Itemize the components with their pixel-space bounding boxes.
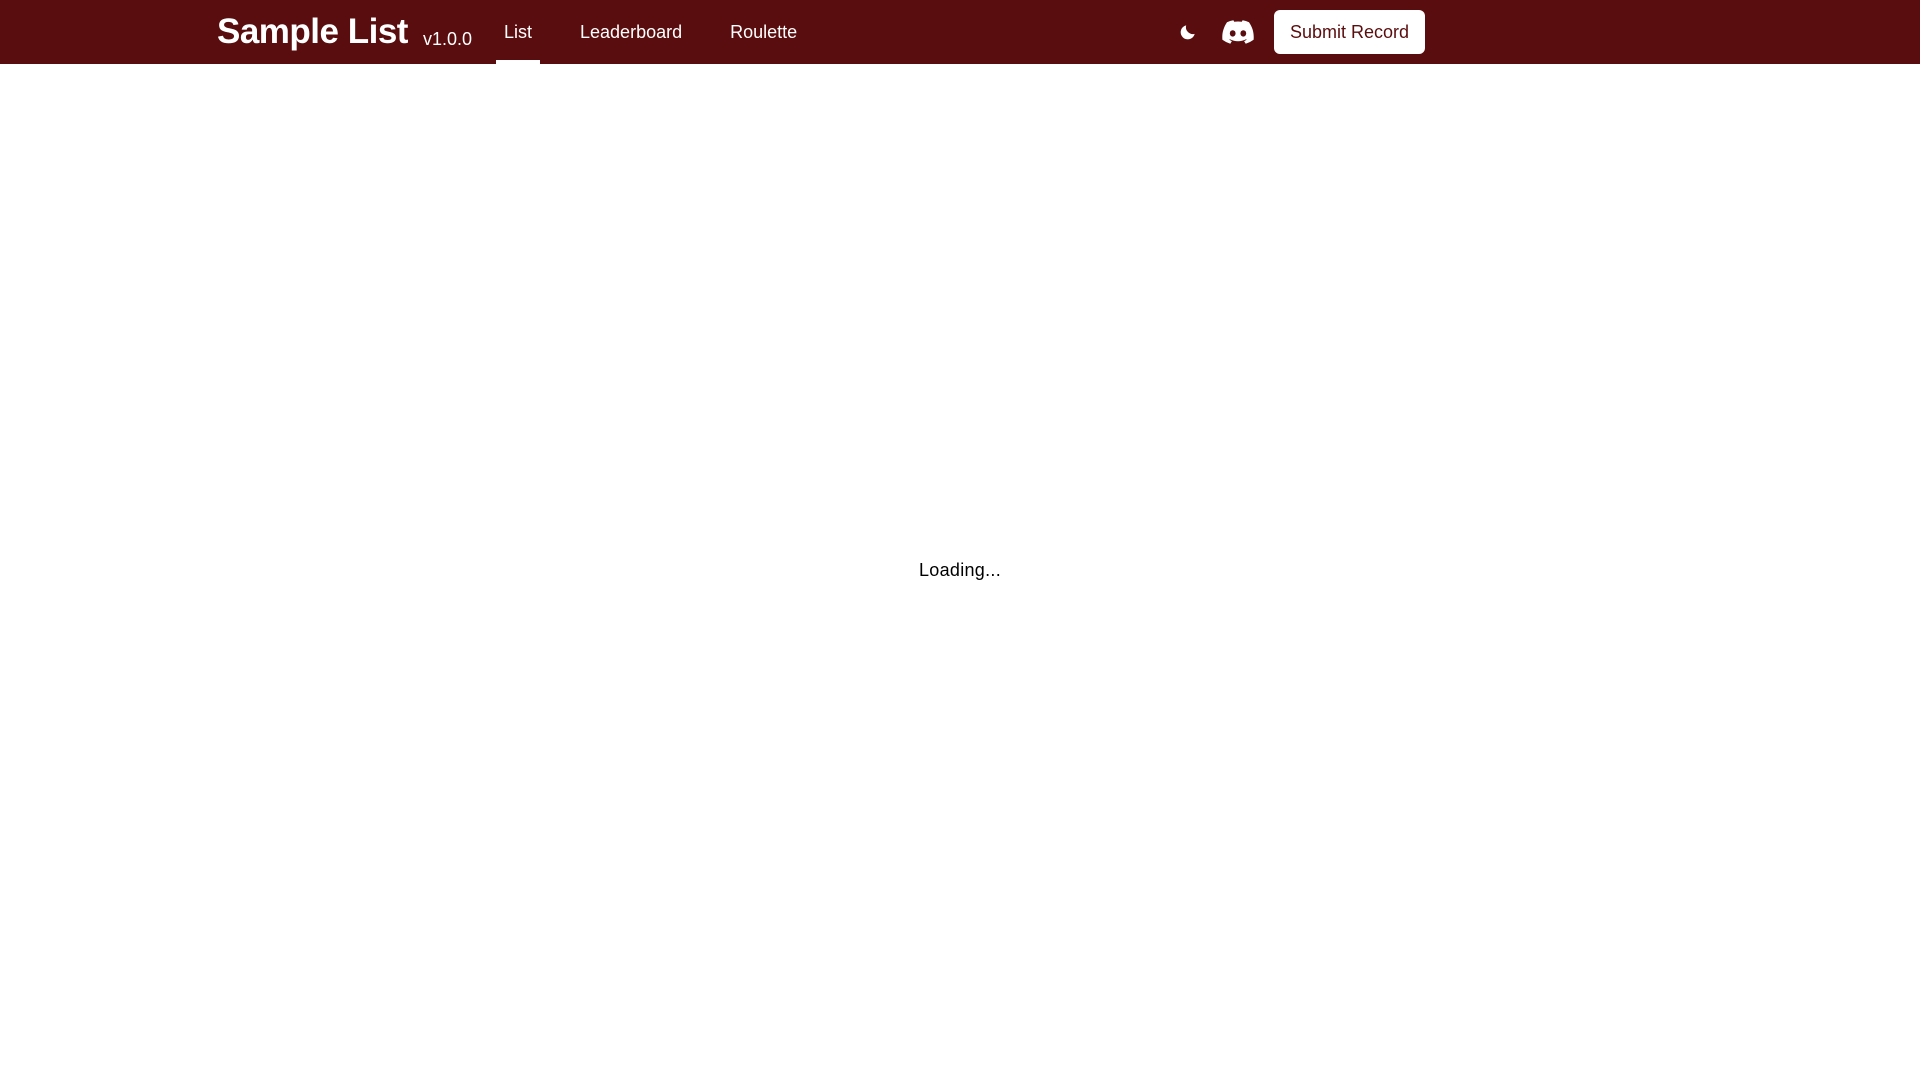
version-label: v1.0.0 xyxy=(422,29,472,49)
submit-record-button[interactable]: Submit Record xyxy=(1274,10,1426,54)
main-nav: List Leaderboard Roulette xyxy=(496,0,805,64)
tab-roulette-label: Roulette xyxy=(730,21,798,42)
brand: Sample List v1.0.0 xyxy=(217,10,472,54)
loading-text: Loading... xyxy=(918,560,1002,580)
moon-icon xyxy=(1180,25,1195,40)
theme-toggle-button[interactable] xyxy=(1170,14,1206,50)
top-navbar: Sample List v1.0.0 List Leaderboard Roul… xyxy=(0,0,1920,64)
discord-icon xyxy=(1222,20,1254,44)
tab-leaderboard-label: Leaderboard xyxy=(580,21,683,42)
tab-leaderboard[interactable]: Leaderboard xyxy=(572,0,690,64)
discord-button[interactable] xyxy=(1218,14,1258,50)
tab-list-label: List xyxy=(504,21,533,42)
tab-list[interactable]: List xyxy=(496,0,541,64)
site-title[interactable]: Sample List xyxy=(217,10,408,54)
tab-roulette[interactable]: Roulette xyxy=(722,0,805,64)
header-actions: Submit Record xyxy=(1170,0,1426,64)
